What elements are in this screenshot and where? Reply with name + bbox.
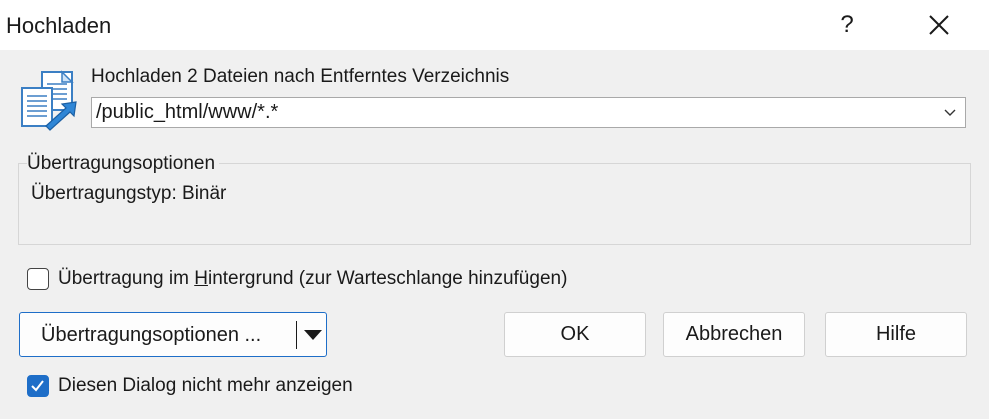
background-label-accelerator: H: [194, 268, 208, 289]
window-title: Hochladen: [6, 13, 112, 38]
close-icon: [929, 15, 949, 35]
ok-button[interactable]: OK: [504, 312, 646, 357]
help-title-button[interactable]: ?: [812, 0, 882, 50]
remote-path-combobox[interactable]: /public_html/www/*.*: [91, 97, 966, 128]
transfer-options-caption: Übertragungsoptionen: [27, 153, 220, 175]
options-label-part1: Übertra: [41, 324, 108, 346]
cancel-button-label: Abbrechen: [685, 323, 783, 345]
cancel-button[interactable]: Abbrechen: [663, 312, 805, 357]
help-button[interactable]: Hilfe: [825, 312, 967, 357]
remote-path-value: /public_html/www/*.*: [96, 101, 279, 123]
options-label-part2: ungsoptionen ...: [118, 324, 262, 346]
options-label-accelerator: g: [107, 324, 119, 346]
background-transfer-checkbox[interactable]: [27, 268, 49, 290]
upload-header-label: Hochladen 2 Dateien nach Entferntes Verz…: [91, 66, 510, 87]
title-bar: Hochladen ?: [0, 0, 989, 50]
help-glyph: ?: [840, 11, 854, 38]
split-divider: [296, 321, 297, 349]
checkmark-icon: [31, 380, 44, 392]
upload-files-icon: [21, 70, 77, 131]
chevron-down-icon[interactable]: [943, 106, 957, 120]
background-label-part1: Übertragung im: [58, 268, 195, 289]
dont-show-dialog-checkbox[interactable]: [27, 375, 49, 397]
background-label-part2: intergrund (zur Warteschlange hinzufügen…: [207, 268, 568, 289]
transfer-options-split-button[interactable]: Übertragungsoptionen ...: [19, 312, 327, 357]
transfer-type-text: Übertragungstyp: Binär: [31, 183, 227, 204]
background-transfer-label[interactable]: Übertragung im Hintergrund (zur Wartesch…: [58, 268, 567, 290]
dropdown-arrow-icon[interactable]: [304, 330, 322, 340]
help-button-label: Hilfe: [875, 323, 916, 345]
dont-show-dialog-label[interactable]: Diesen Dialog nicht mehr anzeigen: [58, 375, 353, 397]
close-button[interactable]: [904, 0, 974, 50]
ok-button-label: OK: [560, 323, 590, 345]
transfer-options-button-label: Übertragungsoptionen ...: [41, 324, 261, 347]
